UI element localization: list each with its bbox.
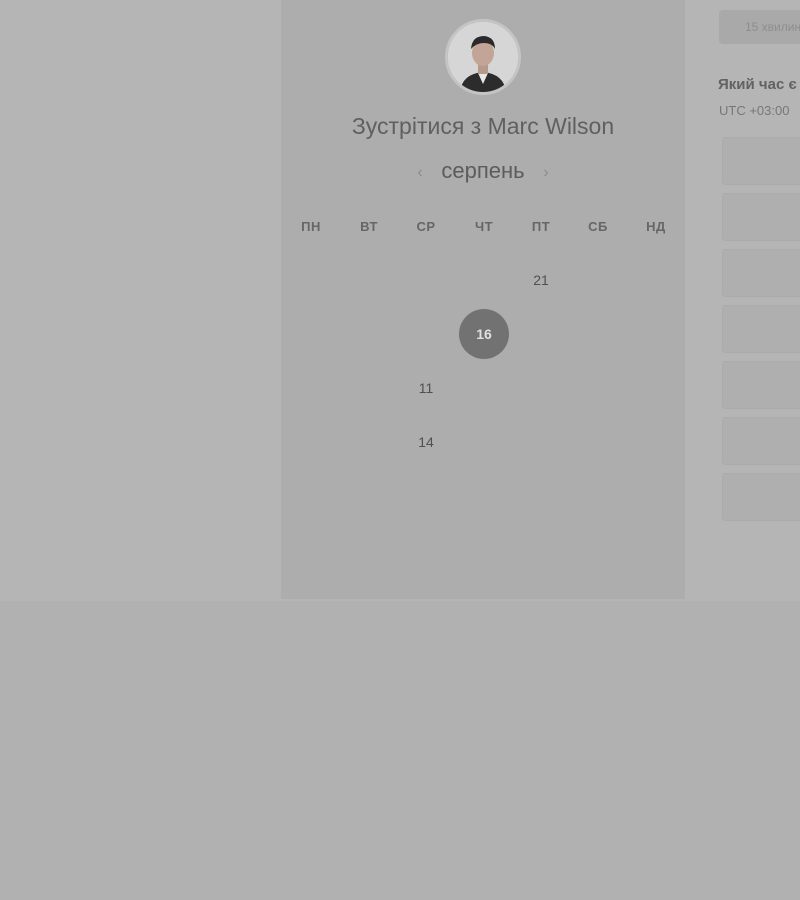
time-slot[interactable] xyxy=(722,473,800,521)
time-slot[interactable] xyxy=(722,137,800,185)
time-slot[interactable] xyxy=(722,305,800,353)
calendar-day-available[interactable]: 21 xyxy=(516,255,566,305)
time-slot[interactable] xyxy=(722,193,800,241)
calendar-day-available[interactable]: 11 xyxy=(401,363,451,413)
calendar-day-selected[interactable]: 16 xyxy=(459,309,509,359)
timezone-label[interactable]: UTC +03:00 xyxy=(719,103,789,118)
weekday-label: СБ xyxy=(588,219,608,234)
month-navigation: ‹ серпень › xyxy=(281,158,685,188)
month-label: серпень xyxy=(441,158,525,183)
time-slot[interactable] xyxy=(722,361,800,409)
weekday-label: СР xyxy=(416,219,436,234)
duration-pill[interactable]: 15 хвилин xyxy=(719,10,800,44)
calendar-day-available[interactable]: 14 xyxy=(401,417,451,467)
chevron-right-icon[interactable]: › xyxy=(537,162,555,184)
weekday-label: ПН xyxy=(301,219,321,234)
host-avatar xyxy=(445,19,521,95)
time-question: Який час є xyxy=(718,76,797,93)
weekday-header: ПН ВТ СР ЧТ ПТ СБ НД xyxy=(281,219,685,237)
meeting-title: Зустрітися з Marc Wilson xyxy=(351,113,615,139)
time-slot[interactable] xyxy=(722,249,800,297)
weekday-label: НД xyxy=(646,219,666,234)
weekday-label: ПТ xyxy=(531,219,551,234)
weekday-label: ВТ xyxy=(360,219,378,234)
time-slot[interactable] xyxy=(722,417,800,465)
weekday-label: ЧТ xyxy=(474,219,494,234)
